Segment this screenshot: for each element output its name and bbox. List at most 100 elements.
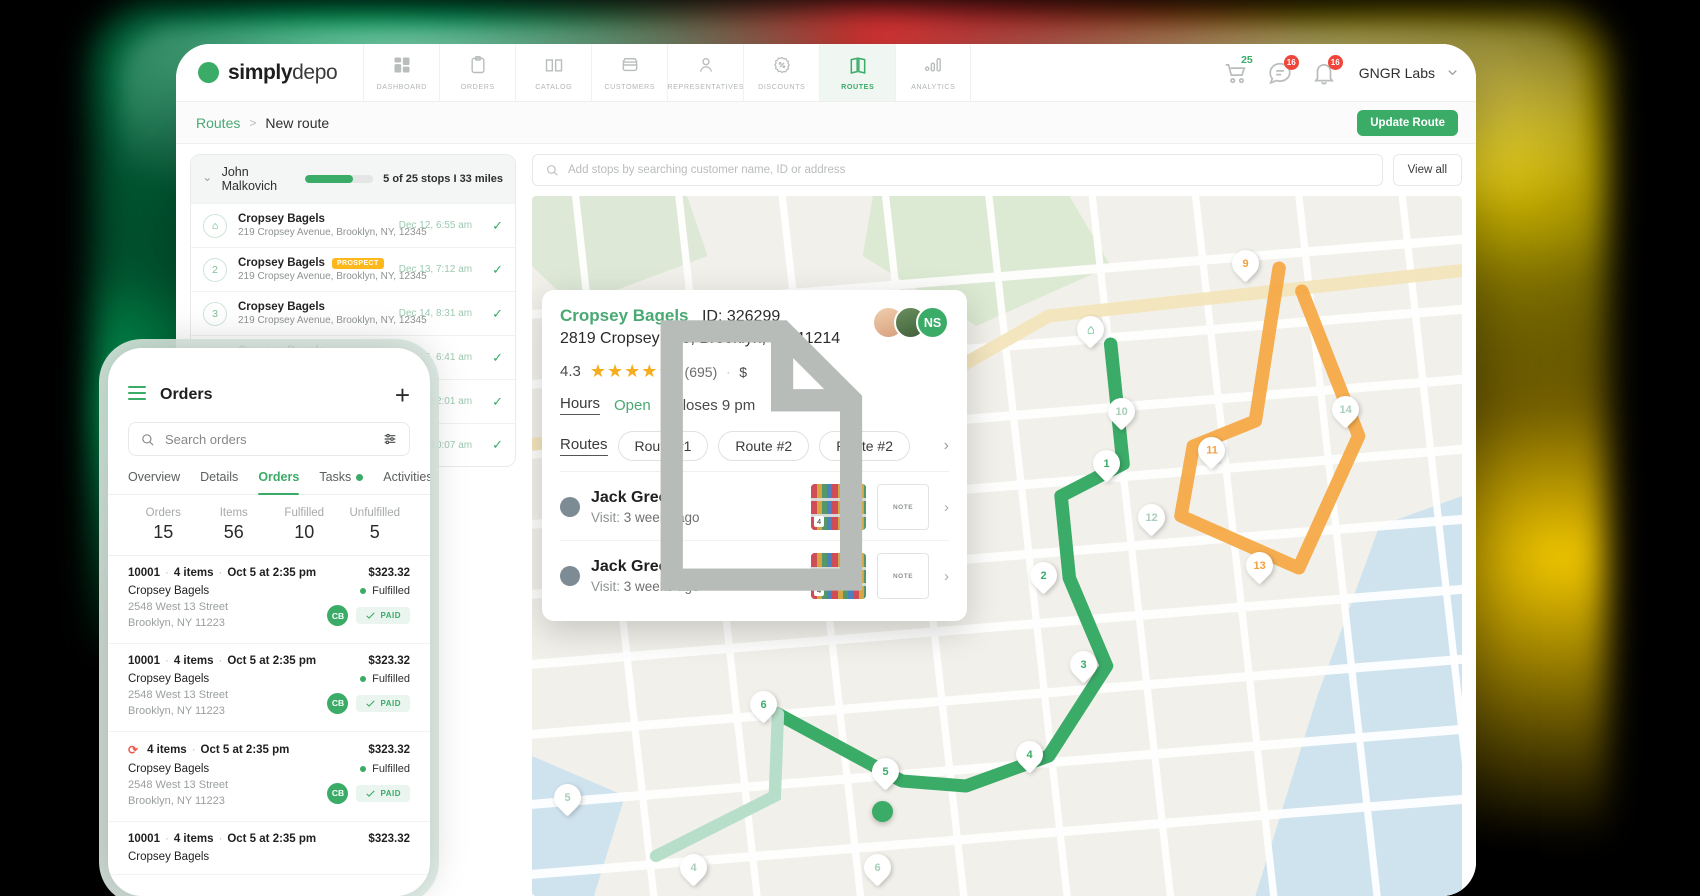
phone-tab-activities[interactable]: Activities <box>383 470 430 494</box>
phone-tab-overview[interactable]: Overview <box>128 470 180 494</box>
notifications-button[interactable]: 16 <box>1311 54 1343 86</box>
home-icon: ⌂ <box>1086 322 1095 338</box>
filter-icon[interactable] <box>382 431 398 447</box>
breadcrumb-separator: > <box>249 115 257 130</box>
order-row[interactable]: 10001 · 4 items · Oct 5 at 2:35 pm $323.32 Cro… <box>108 644 430 732</box>
map-marker-label: 5 <box>882 765 889 778</box>
stop-time: Dec 13, 7:12 am <box>398 264 473 275</box>
map-marker-label: 4 <box>1026 748 1033 761</box>
order-customer-name: Cropsey Bagels <box>128 585 210 597</box>
order-items: 4 items <box>173 654 214 667</box>
phone-tab-orders[interactable]: Orders <box>258 470 300 495</box>
route-driver-name: John Malkovich <box>221 165 278 193</box>
order-body: Cropsey Bagels 2548 West 13 Street Brookly… <box>128 763 410 810</box>
add-order-button[interactable]: + <box>395 382 410 408</box>
order-items: 4 items <box>147 743 187 756</box>
order-top-row: 10001 · 4 items · Oct 5 at 2:35 pm $323.32 <box>128 833 410 845</box>
nav-item-representatives[interactable]: REPRESENTATIVES <box>667 44 745 101</box>
order-badges: CB PAID <box>327 692 410 714</box>
stop-check-icon[interactable]: ✓ <box>492 394 503 410</box>
phone-stat: Items 56 <box>199 507 270 543</box>
stop-name: Cropsey Bagels PROSPECT <box>238 257 388 269</box>
chevron-down-icon <box>204 177 210 181</box>
view-all-button[interactable]: View all <box>1392 154 1462 186</box>
check-icon <box>366 612 376 619</box>
order-row[interactable]: ⟳ 4 items · Oct 5 at 2:35 pm $323.32 Cropsey … <box>108 732 430 822</box>
document-icon <box>660 320 863 591</box>
order-amount: $323.32 <box>368 567 410 579</box>
order-meta: 10001 · 4 items · Oct 5 at 2:35 pm <box>128 567 316 579</box>
map-marker-label: 6 <box>874 861 881 874</box>
phone-tab-details[interactable]: Details <box>200 470 238 494</box>
stop-home-icon: ⌂ <box>203 213 227 238</box>
nav-label-representatives: REPRESENTATIVES <box>667 81 745 91</box>
phone-tab-tasks[interactable]: Tasks <box>319 470 364 494</box>
brand-logo[interactable]: simplydepo <box>176 44 363 101</box>
map-column: Add stops by searching customer name, ID… <box>526 144 1476 896</box>
order-id: 10001 <box>128 567 160 579</box>
nav-label-routes: ROUTES <box>841 81 875 91</box>
order-body: Cropsey Bagels <box>128 851 410 863</box>
phone-search-field[interactable]: Search orders <box>128 422 410 456</box>
routes-icon <box>850 56 866 74</box>
order-meta: 10001 · 4 items · Oct 5 at 2:35 pm <box>128 655 316 667</box>
route-header[interactable]: John Malkovich 5 of 25 stops I 33 miles <box>191 155 515 203</box>
stat-key: Fulfilled <box>284 507 325 519</box>
visit-row[interactable]: Jack Green Visit: 3 weeks ago 4 NOTE › <box>560 320 949 609</box>
order-status: Fulfilled <box>327 673 410 685</box>
map-marker-label: 10 <box>1115 405 1128 418</box>
route-stop-row[interactable]: ⌂ Cropsey Bagels 219 Cropsey Avenue, Brook… <box>191 203 515 247</box>
stop-check-icon[interactable]: ✓ <box>492 218 503 234</box>
bar-chart-icon <box>925 57 942 72</box>
stop-check-icon[interactable]: ✓ <box>492 437 503 453</box>
user-menu[interactable]: GNGR Labs <box>1355 65 1460 81</box>
grid-icon <box>394 57 410 72</box>
hamburger-menu-icon[interactable] <box>128 386 146 404</box>
stop-check-icon[interactable]: ✓ <box>492 306 503 322</box>
stat-value: 56 <box>223 522 244 542</box>
stop-check-icon[interactable]: ✓ <box>492 262 503 278</box>
order-date: Oct 5 at 2:35 pm <box>227 654 317 667</box>
route-map[interactable]: ⌂ 9 10 14 11 1 12 13 2 3 4 6 5 5 4 6 Cropsey Bagels ID… <box>532 196 1462 896</box>
order-date: Oct 5 at 2:35 pm <box>227 567 317 579</box>
stop-info: Cropsey Bagels PROSPECT 219 Cropsey Avenue… <box>238 257 427 282</box>
map-route-endpoint <box>872 801 893 822</box>
check-icon <box>366 700 376 707</box>
stat-key: Orders <box>145 507 181 519</box>
map-marker-label: 9 <box>1242 257 1249 270</box>
phone-stat: Orders 15 <box>128 507 199 543</box>
order-row[interactable]: 10001 · 4 items · Oct 5 at 2:35 pm $323.32 Cro… <box>108 822 430 875</box>
nav-item-customers[interactable]: CUSTOMERS <box>591 44 667 101</box>
order-items: 4 items <box>173 567 214 579</box>
chevron-down-icon <box>1448 70 1457 76</box>
stop-search-field[interactable]: Add stops by searching customer name, ID… <box>532 154 1383 186</box>
cart-button[interactable]: 25 <box>1223 54 1253 86</box>
route-stop-row[interactable]: 2 Cropsey Bagels PROSPECT 219 Cropsey Avenu… <box>191 247 515 291</box>
order-id: 10001 <box>128 654 160 667</box>
customer-avatar: CB <box>327 692 349 714</box>
logo-dot-icon <box>198 62 219 83</box>
update-route-button[interactable]: Update Route <box>1357 109 1458 136</box>
breadcrumb-routes-link[interactable]: Routes <box>196 115 240 131</box>
nav-item-dashboard[interactable]: DASHBOARD <box>363 44 439 101</box>
map-marker-label: 4 <box>690 861 697 874</box>
order-status: Fulfilled <box>327 763 410 775</box>
route-stop-row[interactable]: 3 Cropsey Bagels 219 Cropsey Avenue, Brook… <box>191 291 515 335</box>
search-icon <box>142 433 154 446</box>
note-thumbnail[interactable]: NOTE <box>660 320 929 599</box>
nav-item-analytics[interactable]: ANALYTICS <box>895 44 972 101</box>
nav-item-discounts[interactable]: DISCOUNTS <box>743 44 819 101</box>
nav-item-orders[interactable]: ORDERS <box>439 44 515 101</box>
stop-name: Cropsey Bagels <box>238 301 325 313</box>
tab-notification-dot-icon <box>356 473 364 481</box>
order-row[interactable]: 10001 · 4 items · Oct 5 at 2:35 pm $323.32 Cro… <box>108 556 430 644</box>
stop-check-icon[interactable]: ✓ <box>492 350 503 366</box>
stop-search-placeholder: Add stops by searching customer name, ID… <box>568 164 846 176</box>
screenshot-stage: simplydepo DASHBOARD ORDERS CATALOG CUST… <box>0 0 1700 896</box>
stop-info: Cropsey Bagels 219 Cropsey Avenue, Brookl… <box>238 213 427 238</box>
customer-avatar: CB <box>327 605 349 626</box>
nav-item-routes[interactable]: ROUTES <box>819 44 896 101</box>
nav-item-catalog[interactable]: CATALOG <box>515 44 591 101</box>
stop-info: Cropsey Bagels 219 Cropsey Avenue, Brookl… <box>238 301 427 326</box>
messages-button[interactable]: 16 <box>1267 54 1299 86</box>
